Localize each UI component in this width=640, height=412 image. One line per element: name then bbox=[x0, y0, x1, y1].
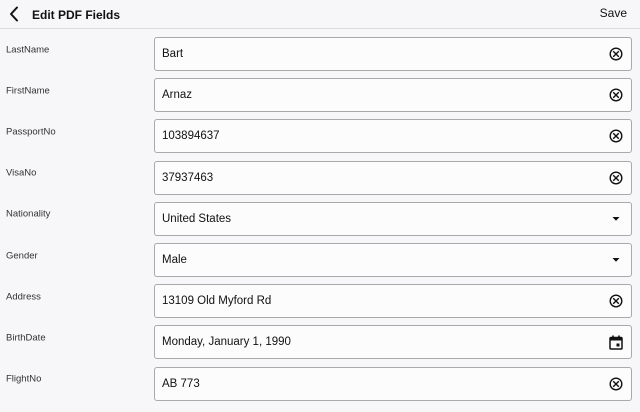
nationality-select[interactable]: United States bbox=[154, 201, 632, 236]
field-value[interactable]: AB 773 bbox=[155, 378, 601, 390]
field-value[interactable]: Male bbox=[155, 254, 601, 266]
dropdown-toggle[interactable] bbox=[601, 203, 631, 235]
chevron-left-icon bbox=[10, 6, 18, 22]
field-value[interactable]: United States bbox=[155, 213, 601, 225]
page-title: Edit PDF Fields bbox=[32, 8, 121, 22]
field-label: PassportNo bbox=[6, 126, 56, 138]
top-bar: Edit PDF Fields Save bbox=[0, 0, 640, 29]
field-row-nationality: Nationality United States bbox=[0, 194, 640, 236]
clear-icon bbox=[609, 294, 623, 308]
visano-input[interactable]: 37937463 bbox=[154, 160, 632, 195]
dropdown-arrow-icon bbox=[612, 257, 620, 262]
clear-button[interactable] bbox=[601, 79, 631, 111]
field-row-birthdate: BirthDate Monday, January 1, 1990 bbox=[0, 317, 640, 360]
back-button[interactable] bbox=[6, 5, 22, 23]
passportno-input[interactable]: 103894637 bbox=[154, 119, 632, 154]
field-value[interactable]: Arnaz bbox=[155, 89, 601, 101]
clear-button[interactable] bbox=[601, 368, 631, 400]
calendar-button[interactable] bbox=[601, 326, 631, 358]
lastname-input[interactable]: Bart bbox=[154, 37, 632, 71]
firstname-input[interactable]: Arnaz bbox=[154, 78, 632, 113]
clear-icon bbox=[609, 129, 623, 143]
field-row-lastname: LastName Bart bbox=[0, 29, 640, 71]
dropdown-toggle[interactable] bbox=[601, 244, 631, 276]
clear-icon bbox=[609, 171, 623, 185]
clear-button[interactable] bbox=[601, 162, 631, 194]
save-button[interactable]: Save bbox=[600, 6, 627, 20]
clear-button[interactable] bbox=[601, 285, 631, 317]
flightno-input[interactable]: AB 773 bbox=[154, 366, 632, 401]
birthdate-picker[interactable]: Monday, January 1, 1990 bbox=[154, 325, 632, 360]
field-row-flightno: FlightNo AB 773 bbox=[0, 359, 640, 401]
field-row-address: Address 13109 Old Myford Rd bbox=[0, 276, 640, 319]
field-label: LastName bbox=[6, 44, 50, 56]
clear-icon bbox=[609, 47, 623, 61]
field-row-passportno: PassportNo 103894637 bbox=[0, 111, 640, 154]
field-row-visano: VisaNo 37937463 bbox=[0, 153, 640, 195]
field-value[interactable]: Monday, January 1, 1990 bbox=[155, 336, 601, 348]
clear-button[interactable] bbox=[601, 38, 631, 70]
field-label: Nationality bbox=[6, 208, 51, 220]
field-label: Address bbox=[6, 291, 41, 303]
clear-icon bbox=[609, 88, 623, 102]
field-value[interactable]: 37937463 bbox=[155, 172, 601, 184]
field-label: VisaNo bbox=[6, 167, 37, 179]
clear-icon bbox=[609, 376, 623, 391]
gender-select[interactable]: Male bbox=[154, 242, 632, 277]
field-value[interactable]: 103894637 bbox=[155, 130, 601, 142]
field-label: FirstName bbox=[6, 85, 50, 97]
field-value[interactable]: 13109 Old Myford Rd bbox=[155, 295, 601, 307]
field-label: Gender bbox=[6, 250, 38, 262]
pdf-fields-form: LastName Bart FirstName Arnaz PassportNo… bbox=[0, 29, 640, 401]
field-value[interactable]: Bart bbox=[155, 48, 601, 60]
field-row-gender: Gender Male bbox=[0, 235, 640, 277]
clear-button[interactable] bbox=[601, 120, 631, 152]
field-label: FlightNo bbox=[6, 373, 42, 385]
calendar-icon bbox=[609, 335, 623, 350]
field-row-firstname: FirstName Arnaz bbox=[0, 70, 640, 113]
address-input[interactable]: 13109 Old Myford Rd bbox=[154, 284, 632, 319]
field-label: BirthDate bbox=[6, 332, 46, 344]
dropdown-arrow-icon bbox=[612, 216, 620, 221]
